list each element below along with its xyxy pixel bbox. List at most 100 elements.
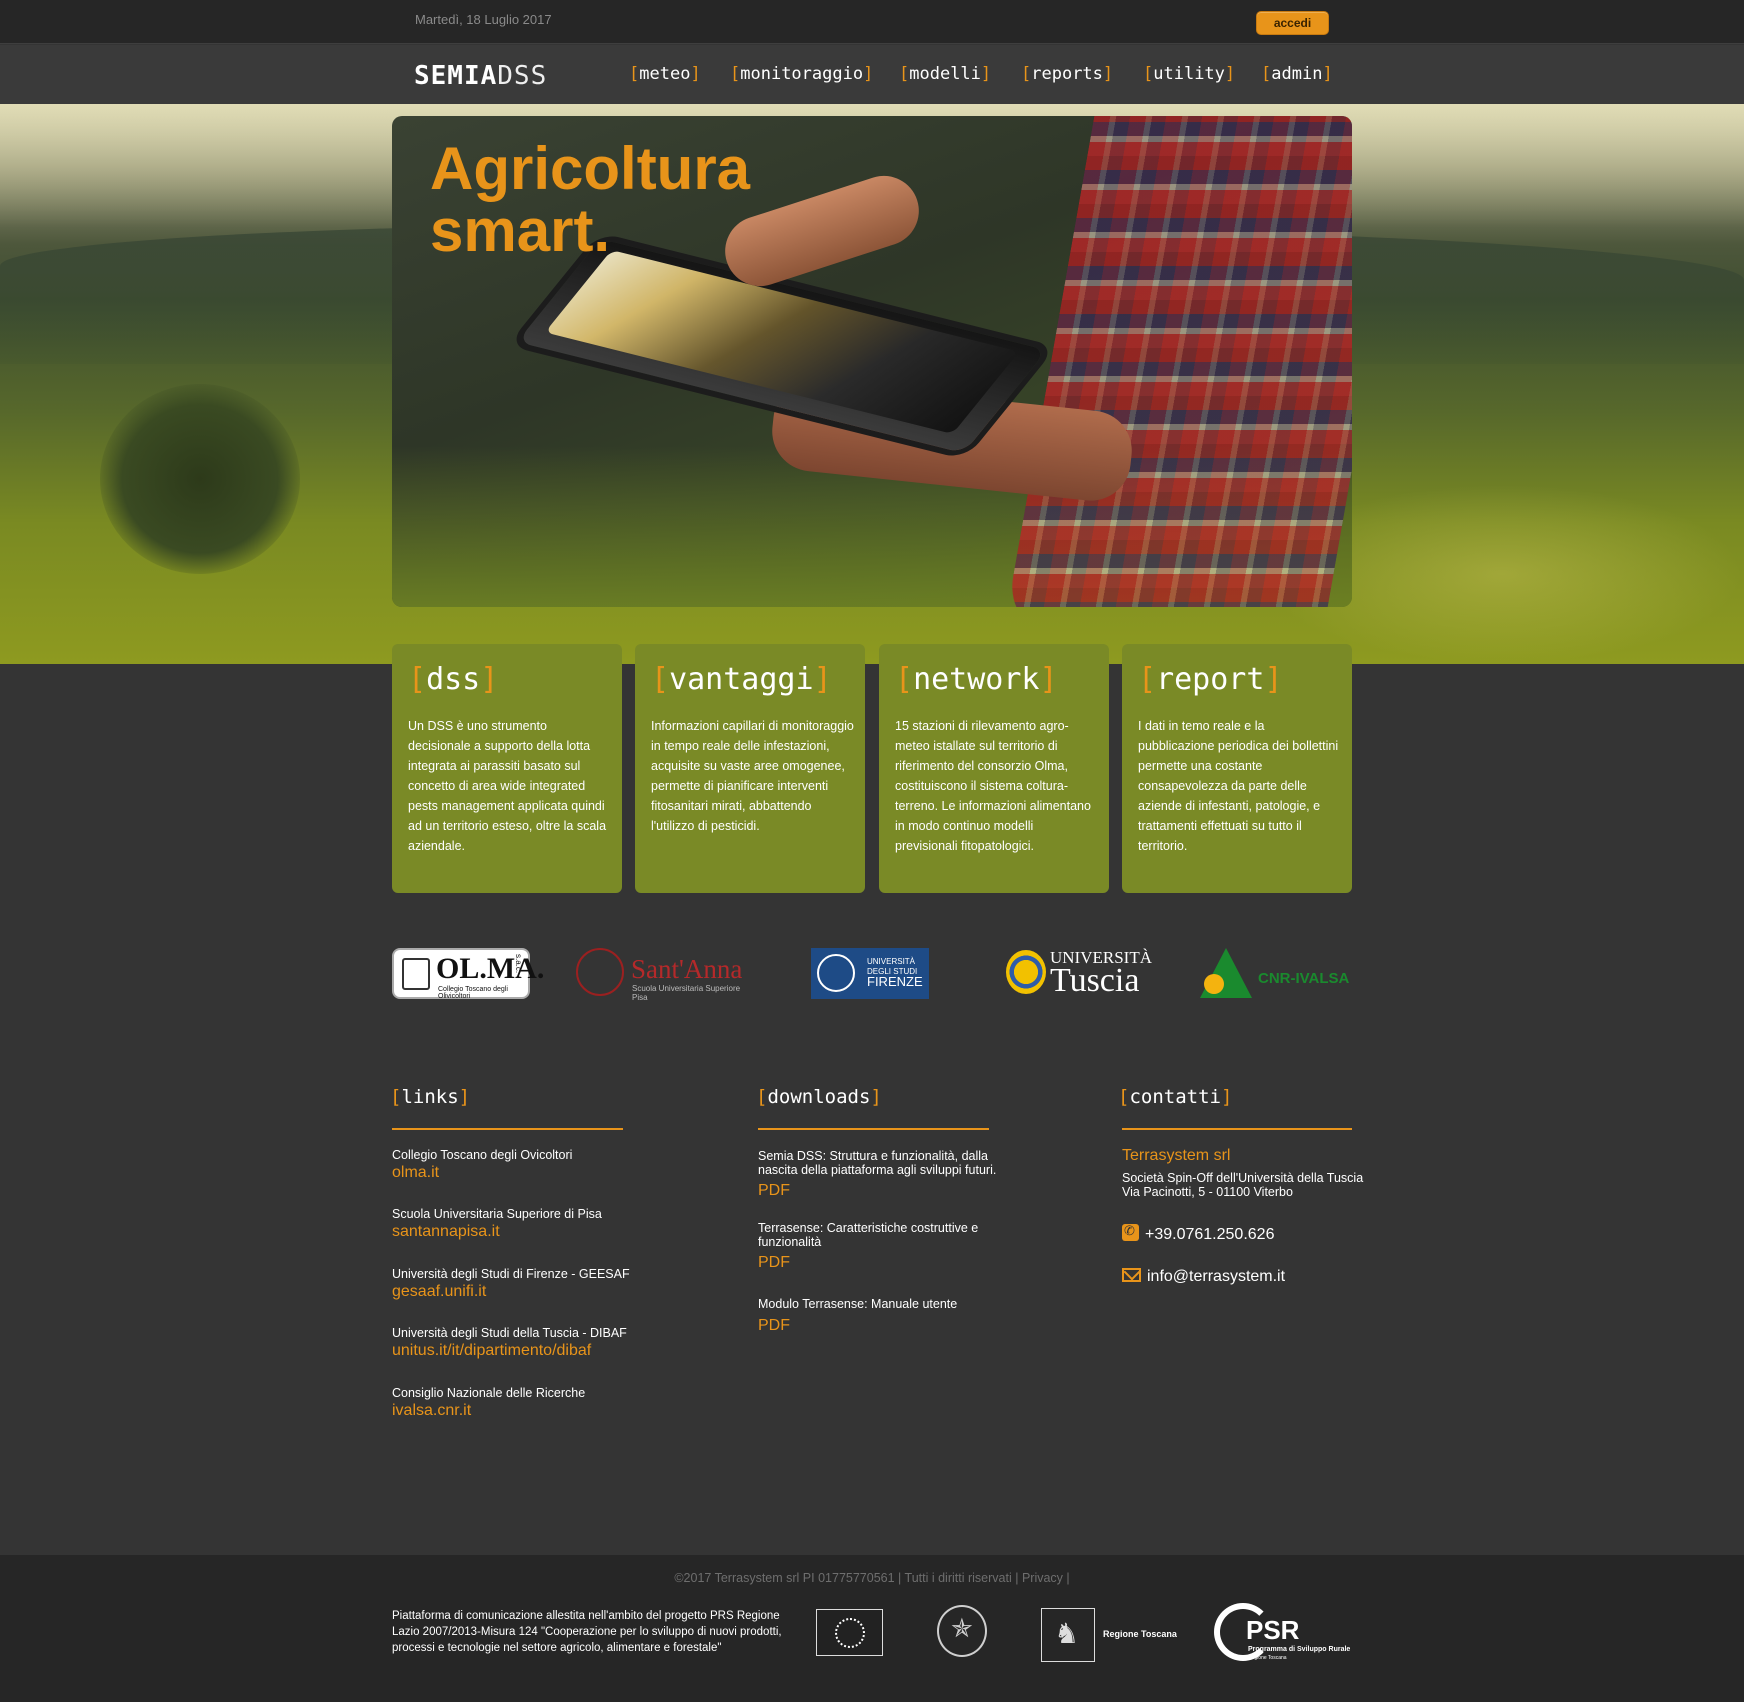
login-button[interactable]: accedi [1256, 11, 1329, 35]
card-vantaggi: [vantaggi] Informazioni capillari di mon… [635, 644, 865, 893]
card-title: [report] [1138, 662, 1283, 697]
link-unitus[interactable]: unitus.it/it/dipartimento/dibaf [392, 1342, 591, 1360]
partner-logo-olma[interactable]: OL.MA. s.a.c. Collegio Toscano degli Oli… [392, 948, 544, 1000]
nav-label: utility [1153, 64, 1225, 84]
firenze-line1: UNIVERSITÀ [867, 957, 916, 966]
contacts-heading-text: contatti [1129, 1086, 1221, 1108]
psr-label: PSR [1246, 1615, 1300, 1645]
hero-title: Agricoltura smart. [430, 138, 750, 262]
hero-tree [100, 384, 300, 574]
link-label: Università degli Studi di Firenze - GEES… [392, 1267, 630, 1281]
downloads-heading: [downloads] [756, 1086, 882, 1108]
download-pdf-link[interactable]: PDF [758, 1254, 790, 1272]
olive-leaf-icon [402, 958, 430, 990]
olma-name: OL.MA. [436, 952, 545, 985]
copyright-separator: | [1066, 1571, 1070, 1585]
card-dss: [dss] Un DSS è uno strumento decisionale… [392, 644, 622, 893]
links-heading-text: links [401, 1086, 459, 1108]
psr-subtitle2: Regione Toscana [1248, 1655, 1287, 1661]
privacy-link[interactable]: Privacy [1022, 1571, 1063, 1585]
links-heading: [links] [390, 1086, 471, 1108]
cnr-sun-icon [1204, 974, 1224, 994]
nav-label: meteo [639, 64, 691, 84]
firenze-text: UNIVERSITÀ DEGLI STUDI FIRENZE [867, 957, 923, 989]
email-address: info@terrasystem.it [1147, 1268, 1286, 1285]
downloads-divider [758, 1128, 989, 1130]
partner-logo-tuscia[interactable]: UNIVERSITÀ Tuscia [1006, 948, 1152, 1000]
nav-label: modelli [909, 64, 981, 84]
company-address: Via Pacinotti, 5 - 01100 Viterbo [1122, 1185, 1293, 1199]
project-disclaimer: Piattaforma di comunicazione allestita n… [392, 1610, 782, 1654]
card-title: [dss] [408, 662, 499, 697]
downloads-heading-text: downloads [767, 1086, 871, 1108]
download-pdf-link[interactable]: PDF [758, 1317, 790, 1335]
download-label: Modulo Terrasense: Manuale utente [758, 1297, 958, 1311]
nav-label: reports [1031, 64, 1103, 84]
nav-item-meteo[interactable]: [meteo] [629, 64, 701, 84]
card-text: Un DSS è uno strumento decisionale a sup… [408, 719, 607, 853]
contacts-heading: [contatti] [1118, 1086, 1233, 1108]
hero-panel: Agricoltura smart. [392, 116, 1352, 607]
nav-item-monitoraggio[interactable]: [monitoraggio] [730, 64, 873, 84]
phone-icon [1122, 1223, 1139, 1241]
regione-toscana-logo: Regione Toscana [1041, 1608, 1181, 1662]
link-label: Università degli Studi della Tuscia - DI… [392, 1326, 627, 1340]
pegasus-icon [1041, 1608, 1095, 1662]
tuscia-seal-icon [1006, 950, 1046, 994]
envelope-icon [1122, 1268, 1141, 1282]
top-bar: Martedì, 18 Luglio 2017 accedi [0, 0, 1744, 44]
logo-bold: SEMIA [414, 61, 498, 91]
company-description: Società Spin-Off dell'Università della T… [1122, 1171, 1364, 1185]
contact-phone[interactable]: +39.0761.250.626 [1122, 1223, 1275, 1244]
eu-stars-ring [835, 1618, 865, 1648]
partner-logo-firenze[interactable]: UNIVERSITÀ DEGLI STUDI FIRENZE [811, 948, 929, 999]
phone-number: +39.0761.250.626 [1145, 1226, 1275, 1243]
download-label: Semia DSS: Struttura e funzionalità, dal… [758, 1149, 997, 1177]
regione-toscana-label: Regione Toscana [1103, 1629, 1177, 1639]
hero-farmer-shirt [1002, 116, 1352, 607]
card-title-text: dss [426, 662, 481, 697]
olma-subtitle: Collegio Toscano degli Olivicoltori [438, 986, 508, 1000]
italian-republic-emblem-icon [937, 1605, 987, 1657]
link-label: Scuola Universitaria Superiore di Pisa [392, 1207, 602, 1221]
site-logo[interactable]: SEMIADSS [414, 61, 547, 91]
bottom-footer: ©2017 Terrasystem srl PI 01775770561 | T… [0, 1555, 1744, 1702]
nav-item-admin[interactable]: [admin] [1261, 64, 1333, 84]
nav-item-utility[interactable]: [utility] [1143, 64, 1235, 84]
nav-item-reports[interactable]: [reports] [1021, 64, 1113, 84]
santanna-seal-icon [576, 948, 624, 996]
santanna-subtitle: Scuola Universitaria Superiore Pisa [632, 984, 741, 1002]
download-label: Terrasense: Caratteristiche costruttive … [758, 1221, 979, 1249]
logo-light: DSS [497, 61, 548, 91]
link-label: Collegio Toscano degli Ovicoltori [392, 1148, 573, 1162]
link-gesaaf[interactable]: gesaaf.unifi.it [392, 1283, 486, 1301]
partner-logo-cnr[interactable]: CNR-IVALSA [1200, 948, 1356, 1000]
card-text: I dati in temo reale e la pubblicazione … [1138, 719, 1339, 853]
current-date: Martedì, 18 Luglio 2017 [415, 12, 552, 27]
card-title-text: network [913, 662, 1040, 697]
copyright-line: ©2017 Terrasystem srl PI 01775770561 | T… [0, 1571, 1744, 1585]
contacts-divider [1122, 1128, 1352, 1130]
santanna-name: Sant'Anna [631, 954, 743, 984]
tuscia-line2: Tuscia [1050, 962, 1140, 999]
nav-item-modelli[interactable]: [modelli] [899, 64, 991, 84]
hero-title-line2: smart. [430, 197, 611, 264]
contact-email[interactable]: info@terrasystem.it [1122, 1268, 1285, 1286]
link-olma[interactable]: olma.it [392, 1164, 439, 1182]
psr-logo: PSR Programma di Sviluppo Rurale Regione… [1214, 1603, 1354, 1667]
card-title-text: report [1156, 662, 1265, 697]
card-title: [network] [895, 662, 1058, 697]
link-ivalsa[interactable]: ivalsa.cnr.it [392, 1402, 471, 1420]
firenze-line3: FIRENZE [867, 974, 923, 989]
download-pdf-link[interactable]: PDF [758, 1182, 790, 1200]
card-title: [vantaggi] [651, 662, 832, 697]
card-report: [report] I dati in temo reale e la pubbl… [1122, 644, 1352, 893]
card-network: [network] 15 stazioni di rilevamento agr… [879, 644, 1109, 893]
partner-logo-santanna[interactable]: Sant'Anna Scuola Universitaria Superiore… [576, 948, 756, 1002]
card-text: 15 stazioni di rilevamento agro-meteo is… [895, 719, 1091, 853]
copyright-text: ©2017 Terrasystem srl PI 01775770561 | T… [674, 1571, 1019, 1585]
links-divider [392, 1128, 623, 1130]
link-santanna[interactable]: santannapisa.it [392, 1223, 500, 1241]
nav-label: monitoraggio [740, 64, 864, 84]
eu-flag-icon [816, 1609, 883, 1656]
